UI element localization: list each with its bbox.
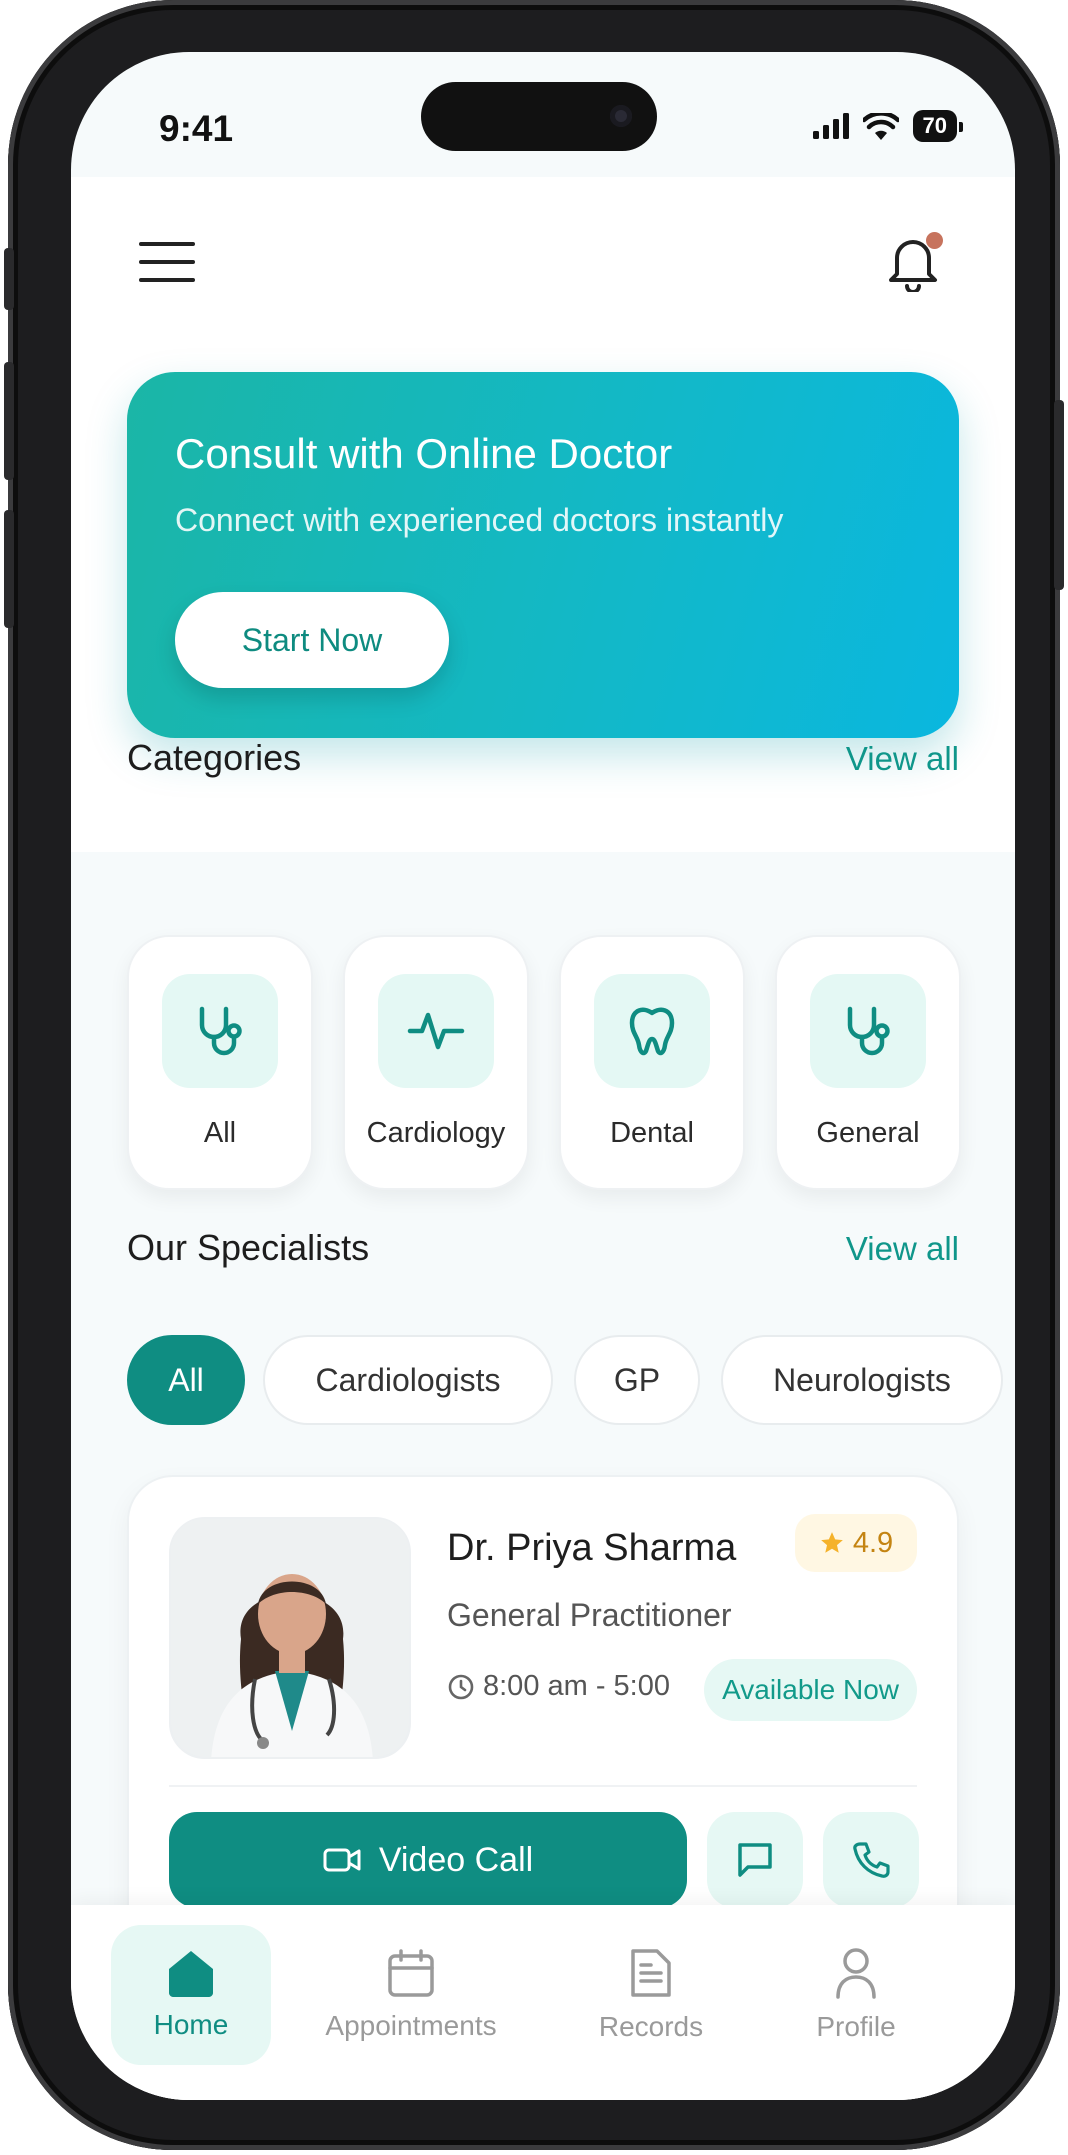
status-time: 9:41 — [159, 108, 234, 149]
calendar-icon — [388, 1949, 434, 1997]
camera-icon — [610, 105, 632, 127]
clock-icon — [448, 1674, 474, 1699]
category-label: All — [203, 1117, 237, 1149]
categories-title: Categories — [127, 737, 302, 778]
tab-home[interactable]: Home — [111, 1925, 271, 2065]
volume-down-button — [4, 510, 14, 628]
home-icon — [169, 1951, 213, 1997]
tab-label: Profile — [816, 2011, 896, 2042]
doctor-name: Dr. Priya Sharma — [447, 1527, 737, 1569]
tooth-icon — [629, 1007, 675, 1056]
stethoscope-icon — [199, 1006, 242, 1056]
status-icons: 70 — [812, 110, 964, 142]
document-icon — [631, 1949, 671, 1997]
battery-indicator: 70 — [912, 110, 964, 142]
wifi-icon — [862, 112, 899, 140]
star-icon — [820, 1532, 843, 1553]
rating-value: 4.9 — [852, 1526, 894, 1559]
category-label: General — [816, 1117, 920, 1149]
categories-view-all-link[interactable]: View all — [846, 740, 959, 778]
hero-banner: Consult with Online Doctor Connect with … — [127, 372, 959, 738]
chat-icon — [738, 1843, 772, 1877]
heartbeat-icon — [407, 1012, 465, 1050]
dynamic-island — [421, 82, 657, 151]
user-icon — [836, 1948, 876, 1999]
doctor-portrait — [171, 1519, 409, 1757]
hero-subtitle: Connect with experienced doctors instant… — [175, 502, 784, 538]
stethoscope-icon — [847, 1006, 890, 1056]
doctor-hours: 8:00 am - 5:00 — [447, 1670, 670, 1703]
hours-text: 8:00 am - 5:00 — [483, 1670, 670, 1702]
availability-badge: Available Now — [704, 1659, 917, 1721]
phone-icon — [853, 1842, 890, 1878]
notifications-button[interactable] — [885, 232, 945, 296]
doctor-photo — [169, 1517, 411, 1759]
bottom-tab-bar: Home Appointments Records Profile — [71, 1905, 1015, 2100]
video-camera-icon — [323, 1848, 361, 1872]
menu-button[interactable] — [139, 242, 195, 288]
filter-chip-gp[interactable]: GP — [574, 1335, 700, 1425]
chat-button[interactable] — [707, 1812, 803, 1908]
video-call-button[interactable]: Video Call — [169, 1812, 687, 1908]
category-cardiology[interactable]: Cardiology — [343, 935, 529, 1190]
category-dental[interactable]: Dental — [559, 935, 745, 1190]
tab-profile[interactable]: Profile — [781, 1925, 931, 2065]
video-call-label: Video Call — [378, 1840, 534, 1879]
category-all[interactable]: All — [127, 935, 313, 1190]
filter-chip-cardiologists[interactable]: Cardiologists — [263, 1335, 553, 1425]
notification-dot — [926, 232, 943, 249]
tab-label: Records — [598, 2011, 704, 2042]
card-divider — [169, 1785, 917, 1787]
filter-chip-neurologists[interactable]: Neurologists — [721, 1335, 1003, 1425]
status-bar: 9:41 70 — [71, 52, 1015, 177]
tab-records[interactable]: Records — [571, 1925, 731, 2065]
phone-button[interactable] — [823, 1812, 919, 1908]
specialists-title: Our Specialists — [127, 1227, 370, 1268]
start-now-button[interactable]: Start Now — [175, 592, 449, 688]
doctor-specialty: General Practitioner — [447, 1597, 732, 1633]
category-label: Dental — [610, 1117, 694, 1149]
signal-icon — [812, 113, 849, 139]
hamburger-icon — [139, 242, 195, 246]
hero-title: Consult with Online Doctor — [175, 430, 673, 477]
rating-badge: 4.9 — [795, 1514, 917, 1572]
filter-chip-all[interactable]: All — [127, 1335, 245, 1425]
category-general[interactable]: General — [775, 935, 961, 1190]
action-button — [4, 248, 14, 310]
tab-label: Home — [153, 2009, 229, 2040]
category-label: Cardiology — [366, 1117, 506, 1149]
tab-appointments[interactable]: Appointments — [311, 1925, 511, 2065]
volume-up-button — [4, 362, 14, 480]
phone-frame: 9:41 70 Consult with Online Doctor Conne… — [4, 0, 1064, 2150]
power-button — [1054, 400, 1064, 590]
specialists-view-all-link[interactable]: View all — [846, 1230, 959, 1268]
screen: 9:41 70 Consult with Online Doctor Conne… — [71, 52, 1015, 2100]
tab-label: Appointments — [325, 2010, 497, 2041]
